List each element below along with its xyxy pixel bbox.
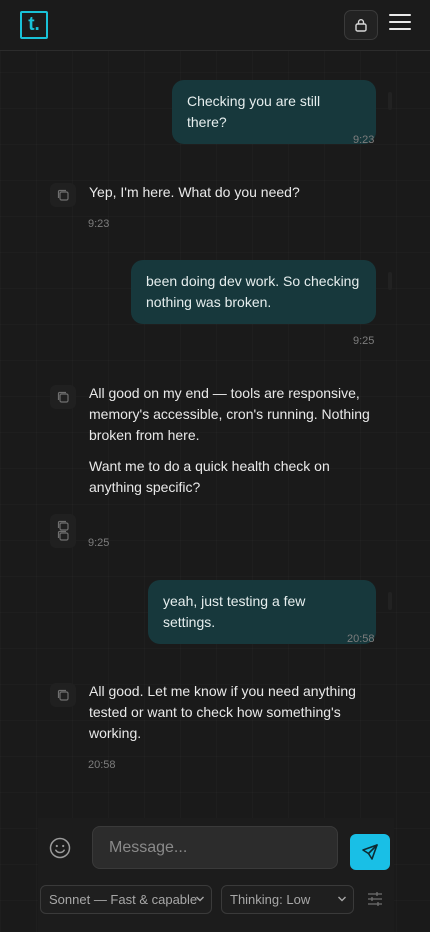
send-button[interactable] <box>350 834 390 870</box>
message-action-handle[interactable] <box>388 592 392 610</box>
user-message: yeah, just testing a few settings. <box>148 580 376 644</box>
emoji-icon <box>49 837 71 859</box>
message-time: 9:25 <box>88 537 110 549</box>
message-text-line: been doing dev work. So checking <box>146 273 360 289</box>
sliders-icon <box>368 892 382 906</box>
app-logo[interactable]: t. <box>20 11 48 39</box>
emoji-button[interactable] <box>48 836 74 862</box>
message-time: 20:58 <box>88 759 116 771</box>
lock-icon <box>355 19 367 32</box>
message-time: 9:23 <box>88 218 110 230</box>
user-message: been doing dev work. So checking nothing… <box>131 260 376 324</box>
copy-all-button[interactable] <box>50 514 76 548</box>
message-input[interactable] <box>92 826 338 869</box>
message-text-line: nothing was broken. <box>146 294 272 310</box>
chevron-down-icon <box>338 896 346 902</box>
copy-button[interactable] <box>50 183 76 207</box>
app-header: t. <box>0 0 430 51</box>
message-action-handle[interactable] <box>388 92 392 110</box>
assistant-message: All good on my end — tools are responsiv… <box>89 383 384 508</box>
model-select-value: Sonnet — Fast & capable <box>49 892 198 907</box>
message-time: 9:23 <box>353 134 375 146</box>
message-paragraph: All good. Let me know if you need anythi… <box>89 683 356 741</box>
hamburger-menu-icon <box>389 14 411 16</box>
lock-button[interactable] <box>344 10 378 40</box>
copy-icon <box>57 189 69 201</box>
message-paragraph: All good on my end — tools are responsiv… <box>89 385 370 443</box>
message-text: yeah, just testing a few settings. <box>163 593 306 630</box>
assistant-message: Yep, I'm here. What do you need? <box>89 182 379 213</box>
message-action-handle[interactable] <box>388 272 392 290</box>
chevron-down-icon <box>196 896 204 902</box>
message-time: 9:25 <box>353 335 375 347</box>
thinking-select[interactable]: Thinking: Low <box>221 885 354 914</box>
copy-button[interactable] <box>50 683 76 707</box>
user-message: Checking you are still there? <box>172 80 376 144</box>
message-paragraph: Want me to do a quick health check on an… <box>89 458 330 495</box>
copy-icon <box>57 689 69 701</box>
menu-button[interactable] <box>389 14 411 34</box>
copy-icon <box>57 391 69 403</box>
settings-button[interactable] <box>366 890 386 910</box>
message-time: 20:58 <box>347 633 375 645</box>
send-icon <box>362 844 378 860</box>
thinking-select-value: Thinking: Low <box>230 892 311 907</box>
copy-button[interactable] <box>50 385 76 409</box>
copy-icon <box>57 520 69 541</box>
assistant-message: All good. Let me know if you need anythi… <box>89 681 364 754</box>
message-paragraph: Yep, I'm here. What do you need? <box>89 184 300 200</box>
message-text: Checking you are still there? <box>187 93 321 130</box>
model-select[interactable]: Sonnet — Fast & capable <box>40 885 212 914</box>
